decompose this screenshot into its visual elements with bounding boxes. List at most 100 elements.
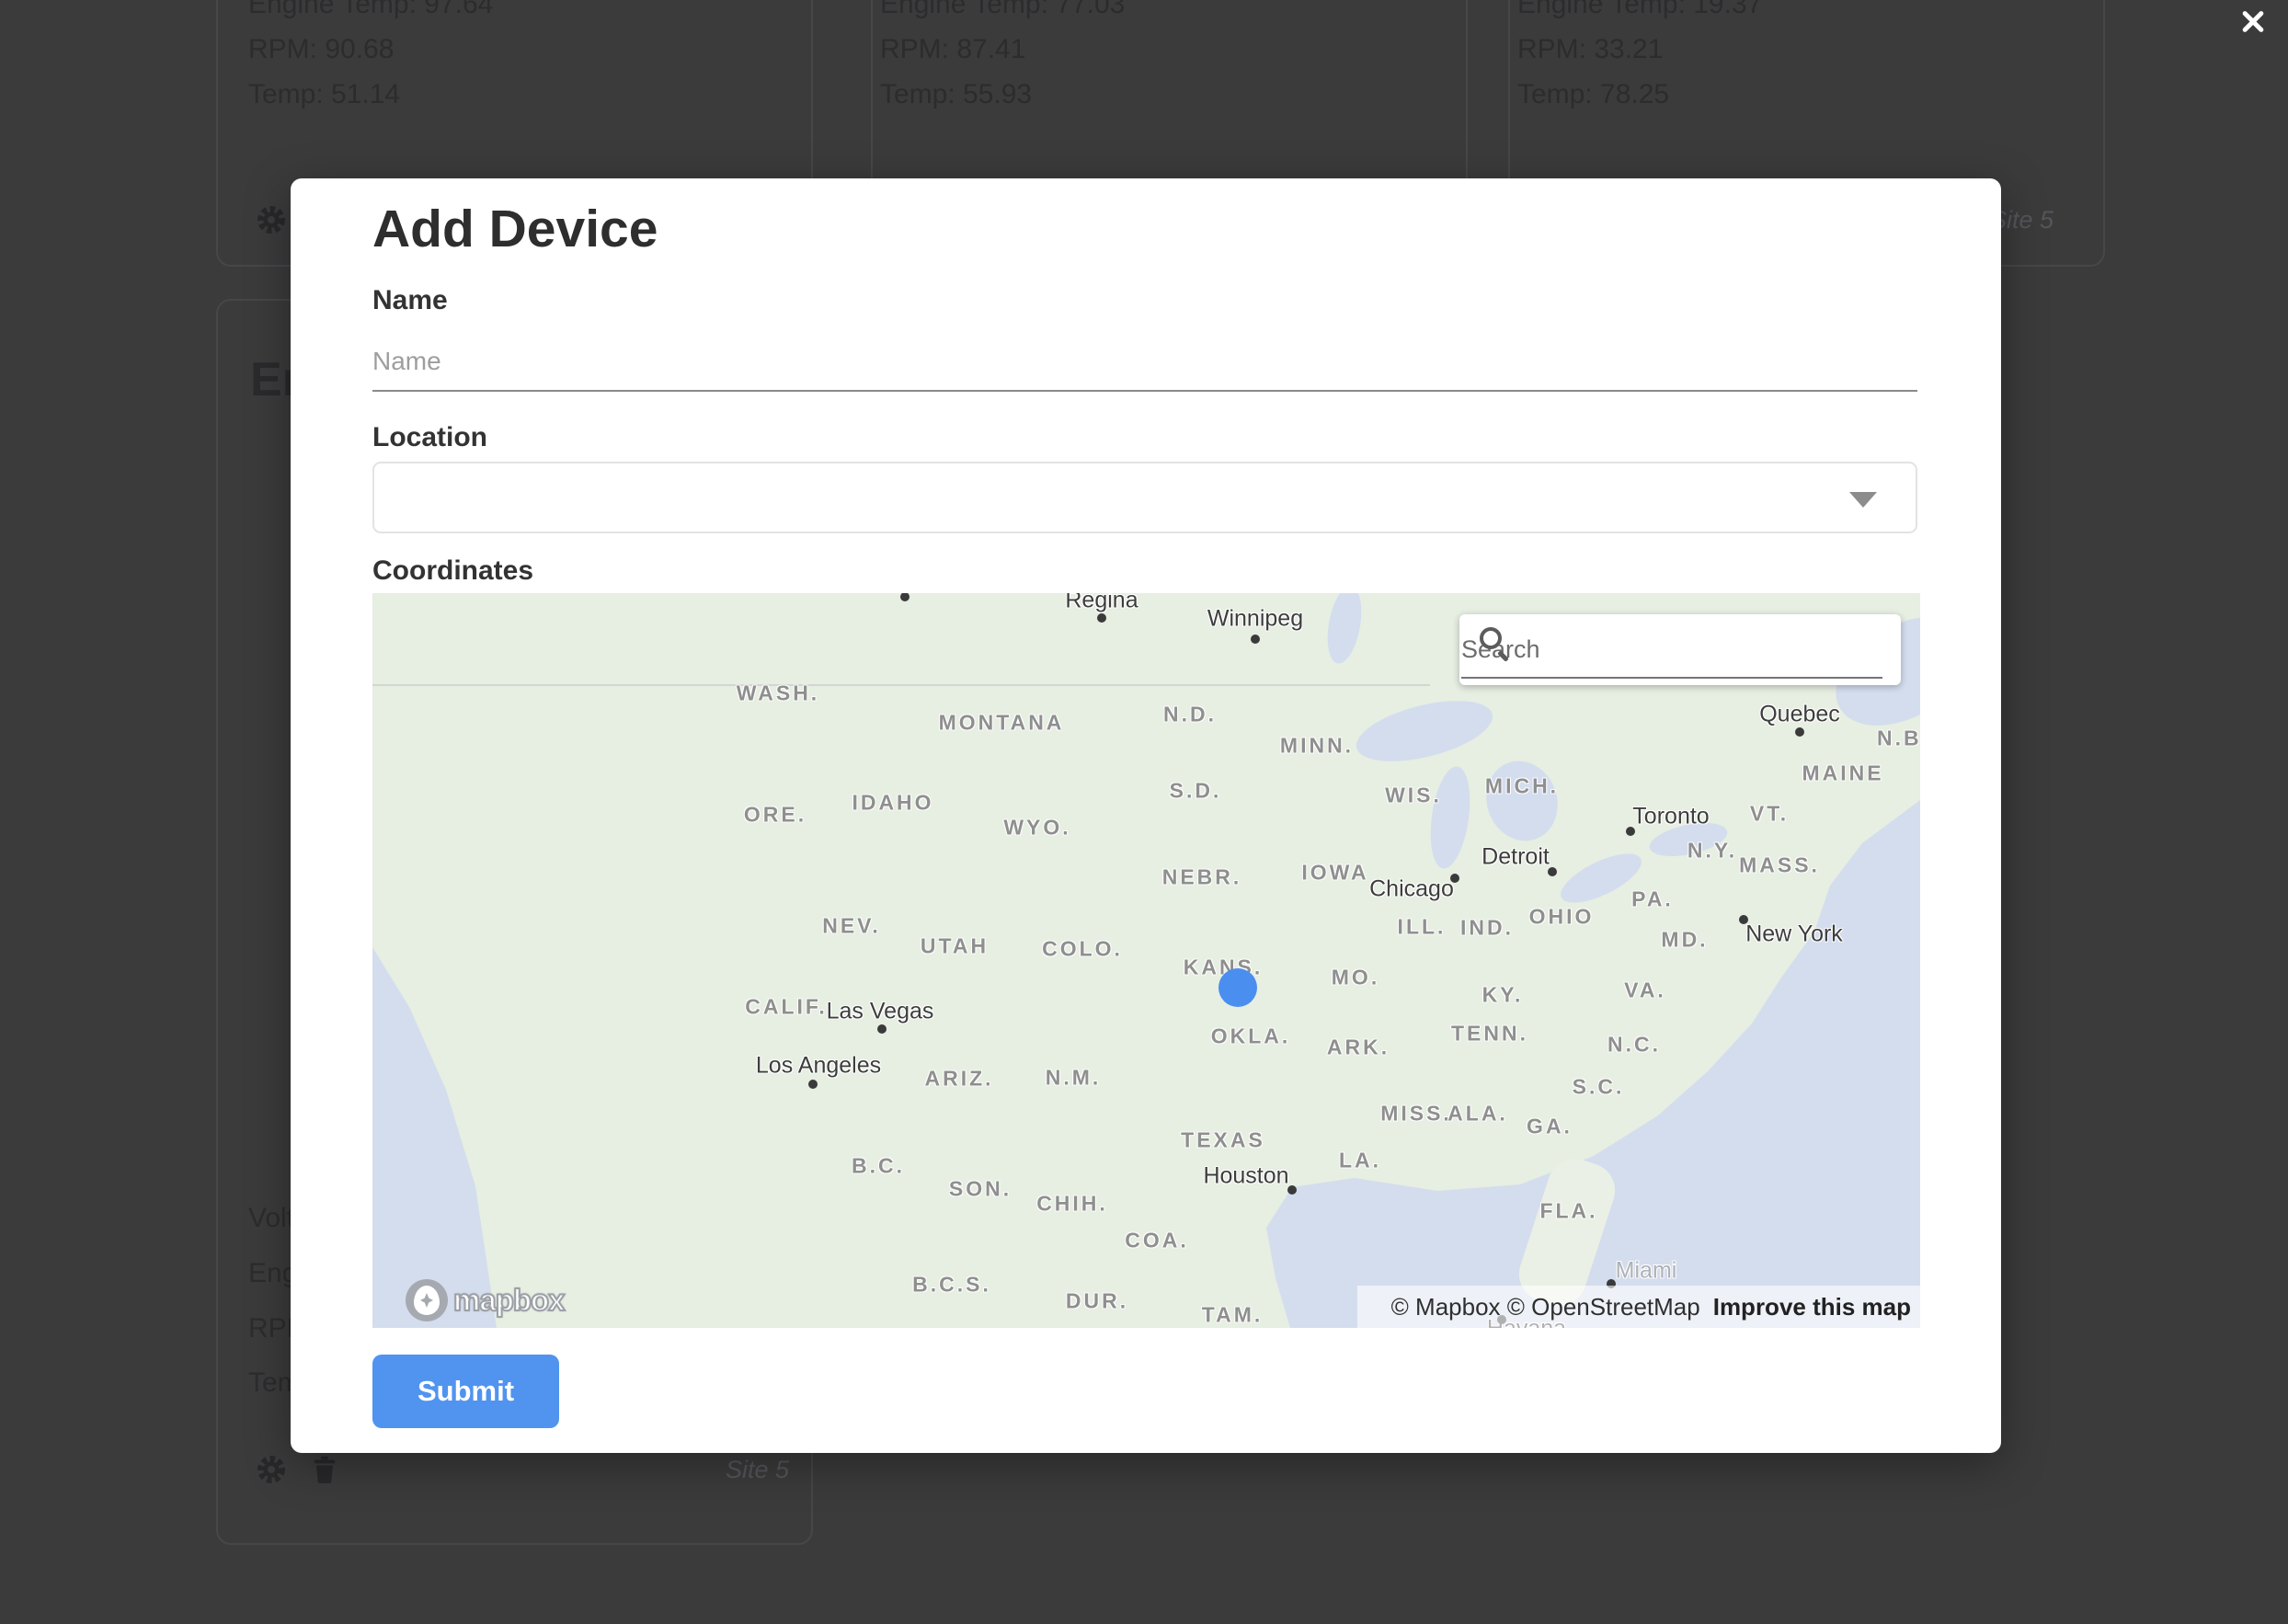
gear-icon[interactable]: [255, 203, 288, 236]
state-label: WASH.: [736, 680, 820, 705]
state-label: ILL.: [1397, 914, 1447, 939]
state-label: N.B.: [1877, 726, 1920, 750]
metric-engine-temp: Engine Temp: 97.64: [248, 0, 494, 19]
trash-icon[interactable]: [308, 1453, 341, 1486]
mapbox-wordmark: mapbox: [452, 1282, 566, 1318]
state-label: S.C.: [1572, 1074, 1625, 1099]
state-label: ARIZ.: [924, 1066, 994, 1091]
state-label: NEV.: [822, 913, 881, 938]
city-label: Houston: [1203, 1162, 1289, 1189]
site-badge: Site 5: [725, 1456, 789, 1483]
state-label: MICH.: [1484, 773, 1560, 798]
state-label: MINN.: [1279, 733, 1355, 758]
metric-engine-temp: Engine Temp: 19.37: [1517, 0, 1763, 19]
state-label: VT.: [1749, 801, 1790, 826]
state-label: B.C.: [852, 1153, 905, 1178]
city-dot: [877, 1024, 887, 1034]
city-dot: [1739, 915, 1748, 924]
state-label: ARK.: [1326, 1035, 1390, 1059]
city-label: Los Angeles: [755, 1052, 882, 1079]
state-label: OHIO: [1528, 904, 1595, 929]
state-label: UTAH: [920, 933, 990, 958]
metric-rpm: RPM: 90.68: [248, 34, 395, 64]
state-label: CHIH.: [1036, 1191, 1108, 1216]
city-dot: [1548, 867, 1557, 876]
city-dot: [1251, 635, 1260, 644]
metric-rpm: RPM: 33.21: [1517, 34, 1664, 64]
state-label: NEBR.: [1161, 864, 1242, 889]
add-device-modal: Add Device Name Location Coordinates WAS…: [291, 178, 2001, 1453]
close-icon[interactable]: [2237, 6, 2269, 37]
city-label: Las Vegas: [826, 998, 934, 1024]
city-dot: [1287, 1185, 1297, 1195]
city-label: Quebec: [1759, 701, 1840, 727]
state-label: B.C.S.: [912, 1272, 991, 1297]
coordinates-field-label: Coordinates: [372, 555, 534, 586]
location-field-label: Location: [372, 422, 487, 452]
state-label: IOWA: [1301, 860, 1369, 885]
chevron-down-icon: [1849, 492, 1877, 508]
state-label: OKLA.: [1210, 1024, 1291, 1048]
metric-temp: Temp: 78.25: [1517, 79, 1670, 109]
city-label: Chicago: [1369, 875, 1454, 902]
state-label: PA.: [1631, 886, 1674, 911]
name-input[interactable]: [372, 333, 1917, 392]
metric-temp: Temp: 55.93: [880, 79, 1033, 109]
metric-temp: Temp: 51.14: [248, 79, 401, 109]
attribution-copyright[interactable]: © Mapbox © OpenStreetMap: [1391, 1293, 1700, 1321]
city-label: Miami: [1615, 1257, 1677, 1284]
state-label: TEXAS: [1181, 1127, 1265, 1152]
metric-rpm: RPM: 87.41: [880, 34, 1026, 64]
city-label: Detroit: [1481, 843, 1550, 870]
city-dot: [1795, 727, 1804, 737]
city-dot: [900, 593, 909, 601]
city-label: Winnipeg: [1207, 605, 1304, 632]
state-label: DUR.: [1065, 1288, 1129, 1313]
state-label: TENN.: [1451, 1021, 1528, 1046]
state-label: KY.: [1481, 982, 1524, 1007]
metric-engine-temp: Engine Temp: 77.03: [880, 0, 1126, 19]
mapbox-logo[interactable]: mapbox: [406, 1279, 566, 1321]
search-input[interactable]: [1461, 622, 1882, 679]
city-label: Regina: [1065, 593, 1138, 613]
map-marker[interactable]: [1218, 968, 1257, 1007]
map[interactable]: WASH. MONTANA N.D. MINN. ORE. IDAHO S.D. WIS. MI…: [372, 593, 1920, 1328]
state-label: N.Y.: [1687, 838, 1738, 863]
city-dot: [1450, 874, 1459, 883]
state-label: MISS.: [1380, 1101, 1452, 1126]
gear-icon[interactable]: [255, 1453, 288, 1486]
state-label: N.D.: [1163, 702, 1217, 726]
city-label: Toronto: [1632, 803, 1710, 829]
state-label: TAM.: [1201, 1302, 1264, 1327]
modal-title: Add Device: [372, 200, 658, 258]
city-dot: [1626, 827, 1635, 836]
state-label: MASS.: [1739, 852, 1820, 877]
state-label: IDAHO: [852, 790, 934, 815]
state-label: COA.: [1125, 1228, 1189, 1252]
state-label: MONTANA: [938, 710, 1065, 735]
improve-map-link[interactable]: Improve this map: [1713, 1293, 1911, 1321]
mapbox-logo-icon: [406, 1279, 448, 1321]
state-label: WYO.: [1003, 815, 1071, 840]
state-label: ALA.: [1447, 1101, 1508, 1126]
metric-fragment: Volt: [248, 1203, 295, 1233]
state-label: WIS.: [1385, 783, 1442, 807]
state-label: CALIF.: [745, 994, 828, 1019]
state-label: VA.: [1624, 978, 1666, 1002]
state-label: MAINE: [1802, 761, 1884, 785]
city-dot: [808, 1080, 818, 1089]
state-label: IND.: [1460, 915, 1514, 940]
state-label: LA.: [1338, 1148, 1382, 1172]
name-field-label: Name: [372, 285, 448, 315]
map-search-box: [1459, 614, 1901, 685]
state-label: COLO.: [1042, 936, 1123, 961]
location-select[interactable]: [372, 462, 1917, 533]
state-label: MD.: [1661, 927, 1709, 952]
state-label: S.D.: [1169, 778, 1222, 803]
state-label: N.M.: [1045, 1065, 1102, 1090]
state-label: MO.: [1331, 965, 1380, 989]
state-label: FLA.: [1539, 1198, 1598, 1223]
state-label: GA.: [1527, 1114, 1573, 1138]
state-label: N.C.: [1607, 1032, 1661, 1057]
submit-button[interactable]: Submit: [372, 1355, 559, 1428]
